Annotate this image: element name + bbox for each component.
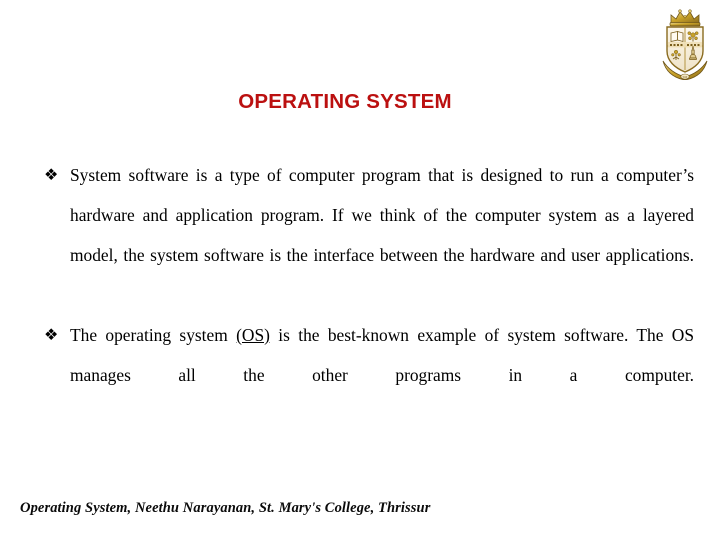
content-body: ❖ System software is a type of computer … — [44, 155, 694, 435]
bullet-paragraph-2: ❖ The operating system (OS) is the best-… — [44, 315, 694, 435]
slide-footer: Operating System, Neethu Narayanan, St. … — [20, 500, 431, 516]
slide-canvas: SM OPERATING SYSTEM ❖ System software is… — [0, 0, 720, 540]
crown-part — [669, 9, 701, 27]
os-abbreviation-underlined: (OS) — [236, 325, 270, 345]
diamond-bullet-icon: ❖ — [44, 325, 59, 344]
page-title: OPERATING SYSTEM — [238, 90, 452, 113]
diamond-bullet-icon: ❖ — [44, 165, 59, 184]
shield-part — [666, 26, 704, 73]
svg-text:SM: SM — [683, 75, 688, 79]
bullet-paragraph-1: ❖ System software is a type of computer … — [44, 155, 694, 315]
college-crest-icon: SM — [659, 6, 711, 81]
paragraph-text: System software is a type of computer pr… — [70, 165, 694, 265]
paragraph-text-pre: The operating system — [70, 325, 237, 345]
paragraph-text: The operating system (OS) is the best-kn… — [70, 315, 694, 435]
